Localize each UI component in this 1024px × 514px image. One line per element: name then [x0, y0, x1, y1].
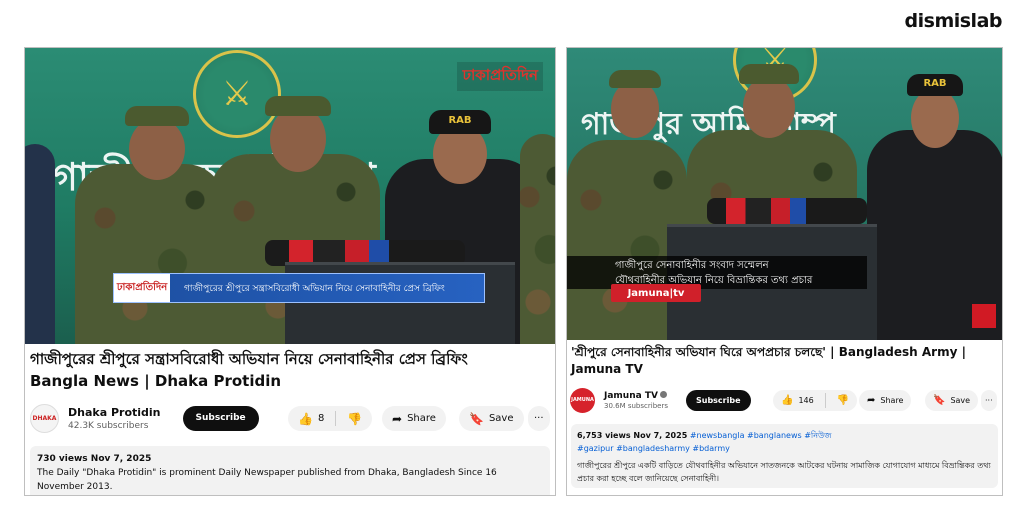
cap	[125, 106, 189, 126]
subscribe-button[interactable]: Subscribe	[685, 389, 751, 411]
rab-cap: RAB	[907, 74, 963, 96]
video-player[interactable]: গাজীপুর আর্মি ক্যাম্প RAB ঢাকাপ্রতিদিন ঢ…	[25, 48, 555, 344]
like-dislike-group: 👍 146 👎	[773, 390, 858, 411]
lower-third-logo: ঢাকাপ্রতিদিন	[114, 274, 170, 302]
share-icon: ➦	[867, 394, 876, 406]
save-label: Save	[488, 413, 514, 424]
caption-line-1: গাজীপুরে সেনাবাহিনীর সংবাদ সম্মেলন	[615, 260, 769, 271]
view-meta: 6,753 views Nov 7, 2025	[577, 431, 688, 440]
cap	[609, 70, 661, 88]
lower-third-text: গাজীপুরের শ্রীপুরে সন্ত্রাসবিরোধী অভিযান…	[184, 283, 445, 294]
dismislab-logo: dismislab	[904, 10, 1003, 32]
verified-icon	[659, 390, 667, 398]
channel-watermark: ঢাকাপ্রতিদিন	[457, 62, 543, 91]
thumbs-down-icon[interactable]: 👎	[347, 413, 362, 425]
subscriber-count: 42.3K subscribers	[68, 420, 149, 431]
share-label: Share	[880, 396, 904, 405]
jamuna-tv-logo: Jamuna|tv	[611, 284, 701, 302]
hashtags[interactable]: #newsbangla #banglanews #নিউজ	[690, 431, 832, 440]
save-button[interactable]: 🔖 Save	[925, 390, 979, 411]
more-icon: ···	[534, 413, 544, 424]
avatar[interactable]: DHAKA	[30, 403, 59, 433]
description-box[interactable]: 730 views Nov 7, 2025 The Daily "Dhaka P…	[30, 446, 550, 495]
face	[129, 118, 185, 180]
officer-left	[75, 164, 225, 344]
share-label: Share	[407, 413, 436, 424]
channel-row: DHAKA Dhaka Protidin 42.3K subscribers S…	[25, 398, 555, 438]
channel-name[interactable]: Jamuna TV	[604, 390, 668, 401]
title-line-2: Bangla News | Dhaka Protidin	[30, 372, 282, 390]
like-dislike-group: 👍 8 👎	[288, 406, 373, 431]
share-button[interactable]: ➦ Share	[859, 390, 912, 411]
more-button[interactable]: ···	[528, 406, 550, 431]
person	[520, 134, 555, 344]
save-label: Save	[950, 396, 971, 405]
army-emblem	[193, 50, 281, 138]
view-meta: 730 views Nov 7, 2025	[37, 454, 152, 464]
title-line-1: গাজীপুরের শ্রীপুরে সন্ত্রাসবিরোধী অভিযান…	[30, 350, 468, 368]
avatar[interactable]: JAMUNA	[570, 387, 595, 413]
share-button[interactable]: ➦ Share	[382, 406, 446, 431]
cap	[739, 64, 799, 84]
subscribe-button[interactable]: Subscribe	[182, 405, 259, 431]
description-text: The Daily "Dhaka Protidin" is prominent …	[37, 468, 497, 492]
thumbs-up-icon[interactable]: 👍	[298, 413, 313, 425]
rab-cap: RAB	[429, 110, 491, 134]
save-icon: 🔖	[933, 394, 946, 406]
more-button[interactable]: ···	[981, 390, 997, 411]
channel-row: JAMUNA Jamuna TV 30.6M subscribers Subsc…	[567, 383, 1002, 417]
face	[743, 76, 795, 138]
divider	[335, 411, 337, 426]
save-button[interactable]: 🔖 Save	[459, 406, 524, 431]
face	[911, 88, 959, 148]
channel-corner-badge	[972, 304, 996, 328]
hashtags-line-2[interactable]: #gazipur #bangladesharmy #bdarmy	[577, 442, 992, 455]
video-title: 'শ্রীপুরে সেনাবাহিনীর অভিযান ঘিরে অপপ্রচ…	[571, 345, 966, 376]
description-box[interactable]: 6,753 views Nov 7, 2025 #newsbangla #ban…	[571, 424, 998, 488]
news-lower-third: ঢাকাপ্রতিদিন গাজীপুরের শ্রীপুরে সন্ত্রাস…	[113, 273, 485, 303]
more-icon: ···	[985, 396, 993, 405]
video-card-dhaka-protidin: গাজীপুর আর্মি ক্যাম্প RAB ঢাকাপ্রতিদিন ঢ…	[24, 47, 556, 496]
description-text: গাজীপুরের শ্রীপুরে একটি বাড়িতে যৌথবাহিন…	[577, 461, 991, 483]
microphones	[707, 198, 867, 224]
channel-name[interactable]: Dhaka Protidin	[68, 406, 161, 419]
video-title: গাজীপুরের শ্রীপুরে সন্ত্রাসবিরোধী অভিযান…	[25, 344, 555, 392]
divider	[824, 393, 826, 408]
subscriber-count: 30.6M subscribers	[604, 401, 668, 410]
like-count[interactable]: 146	[798, 396, 813, 405]
channel-meta: Jamuna TV 30.6M subscribers	[604, 390, 668, 410]
thumbs-up-icon[interactable]: 👍	[781, 395, 793, 406]
video-player[interactable]: গাজীপুর আর্মি ক্যাম্প RAB গাজীপুরে সেনাব…	[567, 48, 1002, 340]
thumbs-down-icon[interactable]: 👎	[837, 395, 849, 406]
channel-meta: Dhaka Protidin 42.3K subscribers	[68, 406, 161, 431]
face	[611, 80, 659, 138]
person	[25, 144, 55, 344]
cap	[265, 96, 331, 116]
video-card-jamuna-tv: গাজীপুর আর্মি ক্যাম্প RAB গাজীপুরে সেনাব…	[566, 47, 1003, 496]
save-icon: 🔖	[469, 411, 484, 426]
share-icon: ➦	[392, 411, 403, 426]
like-count[interactable]: 8	[318, 413, 324, 424]
